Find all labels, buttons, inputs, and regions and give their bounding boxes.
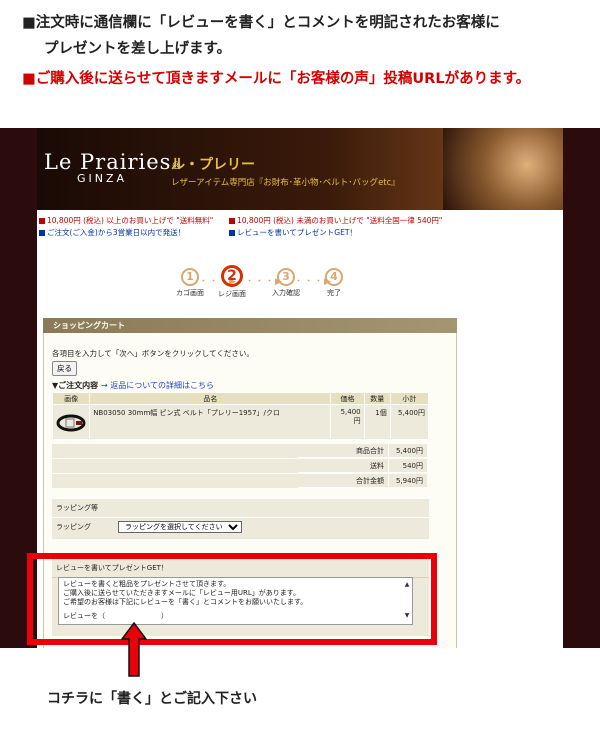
back-button[interactable]: 戻る (52, 361, 77, 376)
square-bullet-icon (229, 230, 235, 236)
square-bullet-icon (39, 218, 45, 224)
item-name[interactable]: NB03050 30mm幅 ピン式 ベルト「プレリー1957」/クロ (89, 404, 332, 440)
col-subtotal: 小計 (389, 392, 430, 405)
site-logo[interactable]: Le Prairies® (44, 150, 182, 174)
notice-list: 10,800円 (税込) 以上のお買い上げで "送料無料" 10,800円 (税… (37, 210, 563, 239)
total-goods: 商品合計 5,400円 (298, 444, 427, 458)
highlight-box (27, 553, 437, 645)
cart-header: ショッピングカート (43, 318, 457, 333)
notice-review-link[interactable]: レビューを書いてプレゼントGET！ (237, 228, 357, 237)
up-arrow-icon (121, 622, 147, 677)
total-shipping: 送料 540円 (298, 459, 427, 473)
intro-line-2: プレゼントを差し上げます。 (44, 41, 232, 57)
col-name: 品名 (89, 392, 332, 405)
intro-text: ■注文時に通信欄に「レビューを書く」とコメントを明記されたお客様に プレゼントを… (22, 10, 582, 92)
cart-instruction: 各項目を入力して「次へ」ボタンをクリックしてください。 (52, 349, 254, 358)
order-title: ▼ご注文内容 → 返品についての詳細はこちら (52, 381, 214, 390)
item-image[interactable] (51, 404, 91, 440)
order-table: 画像 品名 価格 数量 小計 NB03050 30mm幅 ピン式 ベルト「プレリ… (51, 392, 430, 440)
intro-line-1: ■注文時に通信欄に「レビューを書く」とコメントを明記されたお客様に (22, 15, 500, 31)
wrapping-select[interactable]: ラッピングを選択してください (118, 521, 242, 533)
totals-spacer (52, 459, 300, 473)
instruction-caption: コチラに「書く」とご記入下さい (47, 691, 257, 707)
notice-dispatch: ご注文(ご入金)から3営業日以内で発送！ (47, 228, 186, 237)
intro-line-3: ■ご購入後に送らせて頂きますメールに「お客様の声」投稿URLがあります。 (22, 71, 531, 87)
checkout-steps: 1 カゴ画面 ・・・▶ 2 レジ画面 ・・・▶ 3 入力確認 ・・・▶ 4 完了 (165, 265, 345, 308)
item-subtotal: 5,400円 (389, 404, 430, 440)
belt-icon (56, 414, 86, 432)
site-banner: Le Prairies® GINZA ル・プレリー レザーアイテム専門店『お財布… (37, 128, 563, 210)
notice-flat-shipping: 10,800円 (税込) 未満のお買い上げで "送料全国一律 540円" (237, 216, 443, 225)
item-price: 5,400円 (330, 404, 365, 440)
site-logo-sub: GINZA (77, 172, 128, 185)
brand-tagline: レザーアイテム専門店『お財布･革小物･ベルト･バッグetc』 (171, 178, 400, 188)
table-row: NB03050 30mm幅 ピン式 ベルト「プレリー1957」/クロ 5,400… (51, 404, 430, 440)
brand-name-jp: ル・プレリー (171, 157, 255, 173)
col-qty: 数量 (363, 392, 391, 405)
item-qty: 1個 (363, 404, 391, 440)
total-amount: 合計金額 5,940円 (298, 474, 427, 488)
square-bullet-icon (39, 230, 45, 236)
col-image: 画像 (51, 392, 91, 405)
wrapping-section: ラッピング等 ラッピング ラッピングを選択してください (52, 499, 429, 539)
craftsman-photo (443, 128, 563, 210)
step-complete: 4 完了 (325, 268, 343, 297)
wrapping-label: ラッピング (56, 523, 91, 531)
totals-spacer (52, 444, 300, 458)
wrapping-title: ラッピング等 (52, 499, 429, 518)
col-price: 価格 (330, 392, 365, 405)
notice-free-shipping: 10,800円 (税込) 以上のお買い上げで "送料無料" (47, 216, 214, 225)
totals-spacer (52, 474, 300, 488)
return-policy-link[interactable]: → 返品についての詳細はこちら (101, 381, 214, 390)
square-bullet-icon (229, 218, 235, 224)
